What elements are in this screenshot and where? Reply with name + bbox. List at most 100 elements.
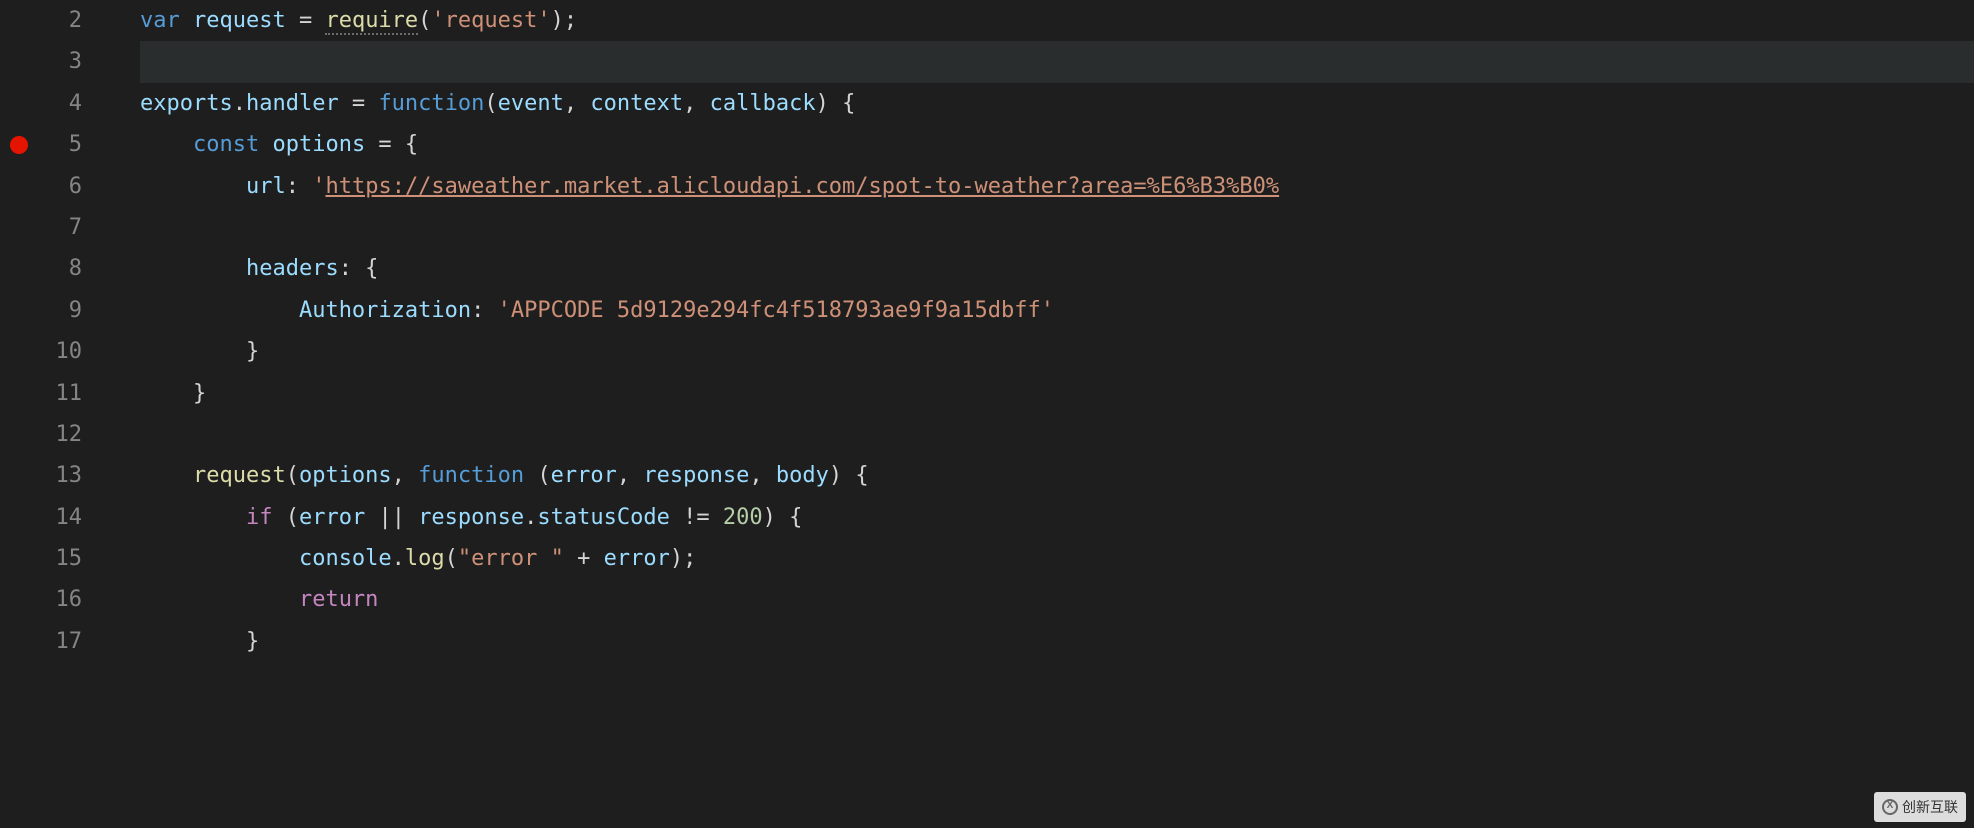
code-line[interactable]: }: [140, 621, 1974, 662]
token-number: 200: [723, 505, 763, 530]
token-kw-decl: const: [193, 132, 272, 157]
code-editor[interactable]: 234567891011121314151617 var request = r…: [0, 0, 1974, 828]
token-punct: ,: [683, 91, 710, 116]
line-number[interactable]: 14: [0, 497, 82, 538]
line-number[interactable]: 7: [0, 207, 82, 248]
line-number[interactable]: 15: [0, 538, 82, 579]
indent: [140, 422, 193, 447]
token-param: callback: [710, 91, 816, 116]
token-punct: (: [286, 463, 299, 488]
token-punct: );: [670, 546, 697, 571]
token-string: ': [312, 174, 325, 199]
token-operator: +: [564, 546, 604, 571]
code-line[interactable]: Authorization: 'APPCODE 5d9129e294fc4f51…: [140, 290, 1974, 331]
token-punct: .: [392, 546, 405, 571]
token-func: require: [325, 8, 418, 35]
token-prop-label: headers: [246, 256, 339, 281]
token-kw-storage: function: [418, 463, 537, 488]
code-line[interactable]: }: [140, 331, 1974, 372]
line-number[interactable]: 17: [0, 621, 82, 662]
token-punct: ) {: [816, 91, 856, 116]
code-line[interactable]: url: 'https://saweather.market.aliclouda…: [140, 166, 1974, 207]
token-punct: :: [286, 174, 313, 199]
indent: [140, 587, 299, 612]
token-punct: :: [471, 298, 498, 323]
line-number[interactable]: 13: [0, 455, 82, 496]
token-param: error: [551, 463, 617, 488]
indent: [140, 215, 246, 240]
code-line[interactable]: const options = {: [140, 124, 1974, 165]
token-string: 'APPCODE 5d9129e294fc4f518793ae9f9a15dbf…: [498, 298, 1054, 323]
token-punct: ) {: [829, 463, 869, 488]
token-punct: : {: [339, 256, 379, 281]
code-line[interactable]: [140, 41, 1974, 82]
line-number[interactable]: 16: [0, 579, 82, 620]
indent: [140, 546, 299, 571]
token-punct: (: [286, 505, 299, 530]
watermark-icon: X: [1882, 799, 1898, 815]
token-operator: =: [286, 8, 326, 33]
token-kw-control: return: [299, 587, 378, 612]
token-identifier: request: [193, 8, 286, 33]
code-line[interactable]: headers: {: [140, 248, 1974, 289]
code-line[interactable]: }: [140, 373, 1974, 414]
token-punct: (: [445, 546, 458, 571]
token-prop-label: Authorization: [299, 298, 471, 323]
code-area[interactable]: var request = require('request'); exports…: [110, 0, 1974, 828]
code-line[interactable]: return: [140, 579, 1974, 620]
line-number[interactable]: 10: [0, 331, 82, 372]
token-member: statusCode: [537, 505, 669, 530]
token-kw-storage: function: [378, 91, 484, 116]
line-number[interactable]: 2: [0, 0, 82, 41]
token-identifier: options: [272, 132, 365, 157]
token-param: response: [643, 463, 749, 488]
line-number[interactable]: 8: [0, 248, 82, 289]
code-line[interactable]: var request = require('request');: [140, 0, 1974, 41]
token-param: body: [776, 463, 829, 488]
code-line[interactable]: [140, 414, 1974, 455]
line-number[interactable]: 12: [0, 414, 82, 455]
token-param: event: [498, 91, 564, 116]
token-func: request: [193, 463, 286, 488]
token-operator: =: [339, 91, 379, 116]
line-number[interactable]: 4: [0, 83, 82, 124]
indent: [140, 339, 246, 364]
token-punct: ,: [564, 91, 591, 116]
token-punct: (: [418, 8, 431, 33]
token-punct: ,: [617, 463, 644, 488]
indent: [140, 463, 193, 488]
token-punct: }: [246, 339, 259, 364]
gutter[interactable]: 234567891011121314151617: [0, 0, 110, 828]
token-punct: }: [193, 381, 206, 406]
line-number[interactable]: 3: [0, 41, 82, 82]
token-identifier: response: [418, 505, 524, 530]
indent: [140, 629, 246, 654]
indent: [140, 132, 193, 157]
token-operator: ||: [365, 505, 418, 530]
code-line[interactable]: if (error || response.statusCode != 200)…: [140, 497, 1974, 538]
indent: [140, 298, 299, 323]
code-line[interactable]: request(options, function (error, respon…: [140, 455, 1974, 496]
line-number[interactable]: 11: [0, 373, 82, 414]
token-punct: .: [524, 505, 537, 530]
line-number[interactable]: 9: [0, 290, 82, 331]
indent: [140, 505, 246, 530]
token-string: 'request': [431, 8, 550, 33]
token-punct: .: [233, 91, 246, 116]
token-identifier: error: [604, 546, 670, 571]
token-identifier: options: [299, 463, 392, 488]
token-identifier: exports: [140, 91, 233, 116]
code-line[interactable]: console.log("error " + error);: [140, 538, 1974, 579]
token-punct: );: [551, 8, 578, 33]
token-punct: ,: [392, 463, 419, 488]
token-punct: ) {: [763, 505, 803, 530]
code-line[interactable]: [140, 207, 1974, 248]
line-number[interactable]: 5: [0, 124, 82, 165]
line-number[interactable]: 6: [0, 166, 82, 207]
indent: [140, 381, 193, 406]
code-line[interactable]: exports.handler = function(event, contex…: [140, 83, 1974, 124]
breakpoint-icon[interactable]: [10, 136, 28, 154]
token-string-link: https://saweather.market.alicloudapi.com…: [325, 174, 1279, 199]
indent: [140, 256, 246, 281]
indent: [140, 174, 246, 199]
